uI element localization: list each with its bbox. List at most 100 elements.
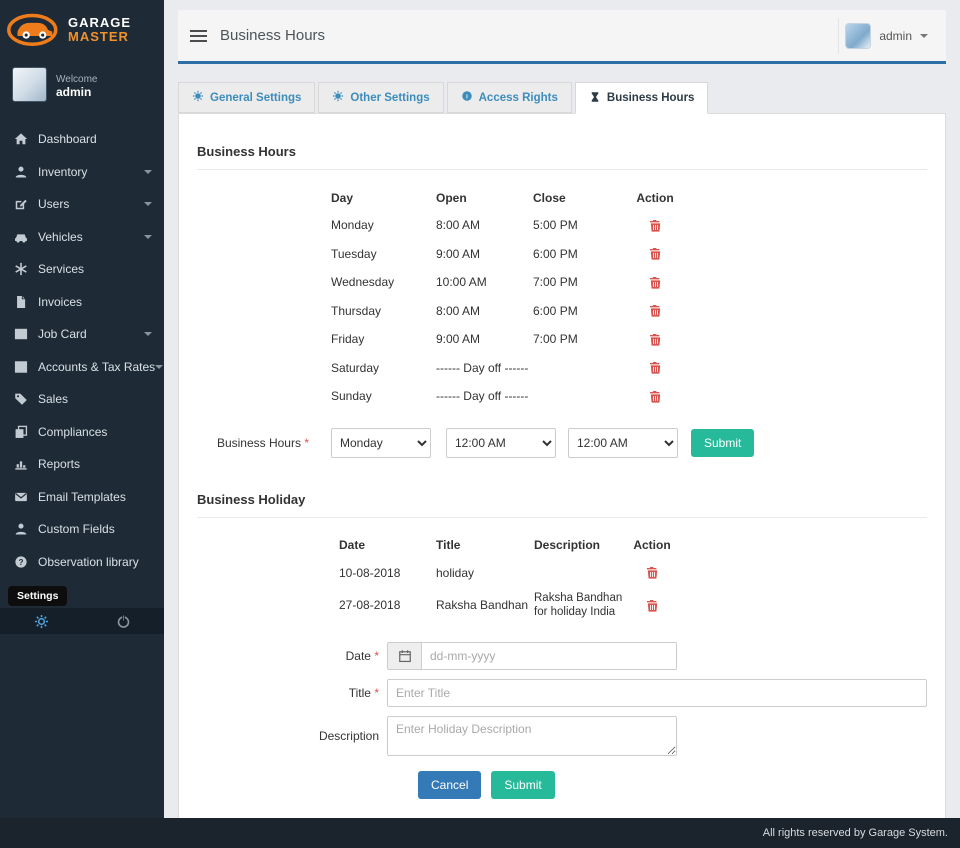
car-icon (12, 230, 30, 244)
sidebar-menu: Dashboard Inventory Users Vehicles Servi… (0, 123, 164, 578)
table-row: Wednesday 10:00 AM 7:00 PM (331, 268, 927, 297)
page-title: Business Hours (220, 27, 325, 44)
title-field-label: Title * (197, 686, 379, 700)
sidebar-item-sales[interactable]: Sales (0, 383, 164, 416)
sidebar-item-vehicles[interactable]: Vehicles (0, 221, 164, 254)
description-field-label: Description (197, 729, 379, 743)
caret-down-icon (920, 34, 928, 38)
sidebar-item-email-templates[interactable]: Email Templates (0, 481, 164, 514)
sidebar-item-observation-library[interactable]: ? Observation library (0, 546, 164, 579)
business-hours-table: Day Open Close Action Monday 8:00 AM 5:0… (331, 184, 927, 411)
list-icon (12, 360, 30, 374)
sidebar-toggle-hamburger-icon[interactable] (190, 27, 207, 45)
divider (197, 517, 927, 518)
settings-panel: Business Hours Day Open Close Action Mon… (178, 113, 946, 818)
business-hours-section-title: Business Hours (197, 114, 927, 159)
col-close: Close (533, 191, 633, 205)
delete-trash-icon[interactable] (633, 246, 677, 261)
day-off-label: ------ Day off ------ (436, 389, 633, 403)
sidebar-item-custom-fields[interactable]: Custom Fields (0, 513, 164, 546)
table-row: 10-08-2018 holiday (339, 559, 927, 588)
sidebar-item-accounts-tax-rates[interactable]: Accounts & Tax Rates (0, 351, 164, 384)
open-time-select[interactable]: 12:00 AM (446, 428, 556, 458)
holiday-submit-button[interactable]: Submit (491, 771, 554, 799)
date-field-label: Date * (197, 649, 379, 663)
brand-logo[interactable]: GARAGE MASTER (0, 0, 164, 58)
gear-icon (332, 90, 344, 105)
sidebar-item-invoices[interactable]: Invoices (0, 286, 164, 319)
user-avatar (12, 67, 47, 102)
welcome-username: admin (56, 85, 91, 99)
tab-business-hours[interactable]: Business Hours (575, 82, 709, 114)
sidebar-footer-bar (0, 608, 164, 634)
delete-trash-icon[interactable] (633, 218, 677, 233)
edit-icon (12, 197, 30, 211)
table-icon (12, 327, 30, 341)
info-circle-icon: i (461, 90, 473, 105)
person-icon (12, 522, 30, 536)
table-row: Sunday ------ Day off ------ (331, 382, 927, 411)
main-content: Business Hours admin General Settings Ot… (164, 0, 960, 818)
tab-other-settings[interactable]: Other Settings (318, 82, 443, 113)
business-holiday-table: Date Title Description Action 10-08-2018… (339, 532, 927, 624)
col-action: Action (633, 191, 677, 205)
col-date: Date (339, 538, 436, 552)
sidebar-item-dashboard[interactable]: Dashboard (0, 123, 164, 156)
sidebar: GARAGE MASTER Welcome admin Dashboard In… (0, 0, 164, 848)
title-input[interactable] (387, 679, 927, 707)
delete-trash-icon[interactable] (633, 303, 677, 318)
settings-gear-icon[interactable] (0, 614, 82, 629)
brand-name-top: GARAGE (68, 15, 131, 30)
tab-access-rights[interactable]: i Access Rights (447, 82, 572, 113)
table-row: Monday 8:00 AM 5:00 PM (331, 211, 927, 240)
business-hours-submit-button[interactable]: Submit (691, 429, 754, 457)
required-asterisk: * (304, 436, 309, 450)
sidebar-item-reports[interactable]: Reports (0, 448, 164, 481)
date-input[interactable] (421, 642, 677, 670)
sidebar-item-inventory[interactable]: Inventory (0, 156, 164, 189)
calendar-icon[interactable] (387, 642, 421, 670)
business-holiday-form: Date * Title * Descript (197, 642, 927, 799)
svg-text:?: ? (19, 558, 24, 567)
day-select[interactable]: Monday (331, 428, 431, 458)
power-icon[interactable] (82, 614, 164, 629)
delete-trash-icon[interactable] (629, 598, 675, 613)
col-open: Open (436, 191, 533, 205)
business-holiday-section-title: Business Holiday (197, 458, 927, 507)
settings-tooltip: Settings (8, 586, 67, 606)
sidebar-item-compliances[interactable]: Compliances (0, 416, 164, 449)
tag-icon (12, 392, 30, 406)
table-header-row: Date Title Description Action (339, 532, 927, 559)
sidebar-item-users[interactable]: Users (0, 188, 164, 221)
svg-text:i: i (466, 93, 468, 100)
chevron-down-icon (155, 365, 163, 369)
question-circle-icon: ? (12, 555, 30, 569)
divider (197, 169, 927, 170)
col-title: Title (436, 538, 534, 552)
home-icon (12, 132, 30, 146)
close-time-select[interactable]: 12:00 AM (568, 428, 678, 458)
delete-trash-icon[interactable] (633, 389, 677, 404)
delete-trash-icon[interactable] (633, 332, 677, 347)
table-row: Thursday 8:00 AM 6:00 PM (331, 297, 927, 326)
delete-trash-icon[interactable] (633, 275, 677, 290)
table-header-row: Day Open Close Action (331, 184, 927, 211)
cancel-button[interactable]: Cancel (418, 771, 481, 799)
file-icon (12, 295, 30, 309)
description-textarea[interactable] (387, 716, 677, 756)
col-action: Action (629, 538, 675, 552)
welcome-label: Welcome (56, 74, 98, 85)
chevron-down-icon (144, 202, 152, 206)
user-menu[interactable]: admin (838, 18, 934, 54)
user-avatar (845, 23, 871, 49)
table-row: 27-08-2018 Raksha Bandhan Raksha Bandhan… (339, 587, 927, 624)
delete-trash-icon[interactable] (633, 360, 677, 375)
sidebar-item-services[interactable]: Services (0, 253, 164, 286)
tab-general-settings[interactable]: General Settings (178, 82, 315, 113)
sidebar-item-job-card[interactable]: Job Card (0, 318, 164, 351)
copy-icon (12, 425, 30, 439)
bar-chart-icon (12, 457, 30, 471)
delete-trash-icon[interactable] (629, 565, 675, 580)
hourglass-icon (589, 91, 601, 106)
user-menu-label: admin (879, 29, 912, 43)
